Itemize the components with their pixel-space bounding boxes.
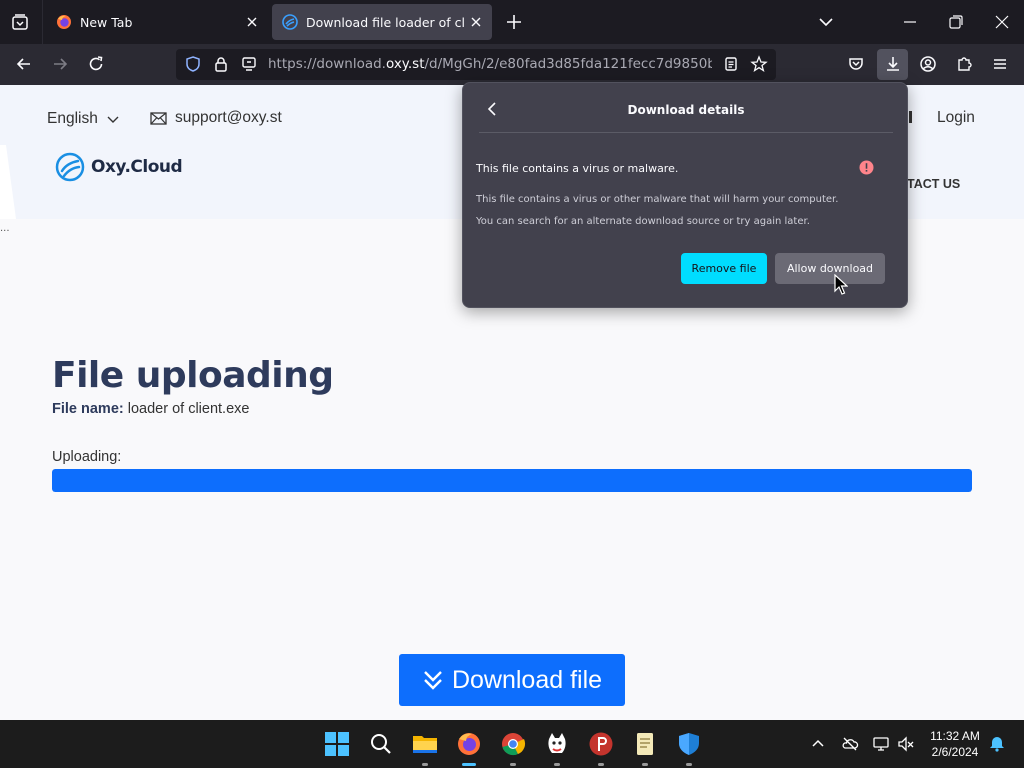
chrome-running-indicator <box>510 763 516 766</box>
firefox-icon <box>57 15 71 29</box>
notepad-icon[interactable] <box>632 731 658 757</box>
new-tab-icon[interactable] <box>504 12 524 32</box>
firefox-active-indicator <box>462 763 476 766</box>
remove-file-button[interactable]: Remove file <box>681 253 767 284</box>
close-window-icon[interactable] <box>992 12 1012 32</box>
file-name-value: loader of client.exe <box>127 401 250 417</box>
pocket-icon[interactable] <box>846 54 866 74</box>
firefox-icon[interactable] <box>456 731 482 757</box>
url-text[interactable]: https://download.oxy.st/d/MgGh/2/e80fad3… <box>268 56 712 72</box>
clock-date: 2/6/2024 <box>931 745 979 759</box>
app-icon[interactable] <box>544 731 570 757</box>
oxy-cloud-logo-icon <box>55 152 85 182</box>
brand-name: Oxy.Cloud <box>91 157 183 177</box>
file-explorer-icon[interactable] <box>412 731 438 757</box>
clock-time: 11:32 AM <box>930 729 980 743</box>
extensions-icon[interactable] <box>954 54 974 74</box>
chrome-icon[interactable] <box>500 731 526 757</box>
header-decoration <box>0 145 16 219</box>
search-icon[interactable] <box>368 731 394 757</box>
reader-view-icon[interactable] <box>722 55 740 73</box>
downloads-button[interactable] <box>877 49 908 80</box>
support-email-link[interactable]: support@oxy.st <box>150 109 282 127</box>
tab-bar: New Tab Download file loader of client.e… <box>0 0 1024 44</box>
windows-taskbar: 11:32 AM 2/6/2024 <box>0 720 1024 768</box>
onedrive-offline-icon[interactable] <box>841 735 859 753</box>
bookmark-star-icon[interactable] <box>750 55 768 73</box>
upload-progress-fill <box>52 469 972 492</box>
malware-description-line2: You can search for an alternate download… <box>476 216 810 227</box>
psiphon-running-indicator <box>598 763 604 766</box>
upload-progress-bar <box>52 469 972 492</box>
file-name-label: File name: <box>52 401 124 417</box>
file-name-row: File name: loader of client.exe <box>52 401 249 417</box>
forward-icon[interactable] <box>50 54 70 74</box>
chevron-down-icon[interactable] <box>816 12 836 32</box>
url-domain: oxy.st <box>385 56 425 72</box>
url-prefix: https://download. <box>268 56 386 72</box>
psiphon-icon[interactable] <box>588 731 614 757</box>
ellipsis-text: ... <box>0 223 10 234</box>
close-tab-icon[interactable] <box>466 12 486 32</box>
panel-title: Download details <box>627 103 745 117</box>
site-logo[interactable]: Oxy.Cloud <box>55 152 183 182</box>
notification-bell-icon[interactable] <box>988 735 1006 753</box>
tab-new-tab[interactable]: New Tab <box>46 4 268 40</box>
minimize-icon[interactable] <box>900 12 920 32</box>
notepad-running-indicator <box>642 763 648 766</box>
tab-title: Download file loader of client.exe <box>306 14 466 30</box>
menu-icon[interactable] <box>990 54 1010 74</box>
error-icon <box>859 160 874 175</box>
chevron-up-icon[interactable] <box>809 735 827 753</box>
malware-warning-title: This file contains a virus or malware. <box>476 162 679 175</box>
volume-muted-icon[interactable] <box>897 735 915 753</box>
language-label: English <box>47 110 98 127</box>
permissions-icon[interactable] <box>240 55 258 73</box>
download-file-label: Download file <box>451 665 603 694</box>
start-icon[interactable] <box>324 731 350 757</box>
uploading-label: Uploading: <box>52 449 122 465</box>
page-title: File uploading <box>52 355 334 396</box>
explorer-running-indicator <box>422 763 428 766</box>
support-email: support@oxy.st <box>175 109 282 126</box>
chevron-down-icon <box>107 116 119 123</box>
download-icon <box>887 57 899 71</box>
tab-title: New Tab <box>80 14 133 30</box>
address-bar[interactable]: https://download.oxy.st/d/MgGh/2/e80fad3… <box>176 49 776 80</box>
close-tab-icon[interactable] <box>242 12 262 32</box>
app-running-indicator <box>554 763 560 766</box>
navigation-toolbar: https://download.oxy.st/d/MgGh/2/e80fad3… <box>0 44 1024 85</box>
oxy-cloud-favicon-icon <box>282 14 298 30</box>
panel-divider <box>479 132 893 133</box>
tab-separator <box>42 0 43 44</box>
double-chevron-down-icon <box>424 671 442 690</box>
login-link[interactable]: Login <box>937 109 975 127</box>
account-icon[interactable] <box>918 54 938 74</box>
defender-running-indicator <box>686 763 692 766</box>
lock-icon[interactable] <box>212 55 230 73</box>
defender-icon[interactable] <box>676 731 702 757</box>
system-clock[interactable]: 11:32 AM 2/6/2024 <box>925 728 985 760</box>
tracking-protection-shield-icon[interactable] <box>184 55 202 73</box>
language-selector[interactable]: English <box>47 110 120 128</box>
allow-download-button[interactable]: Allow download <box>775 253 885 284</box>
download-file-button[interactable]: Download file <box>399 654 625 706</box>
all-tabs-icon[interactable] <box>10 12 30 32</box>
restore-icon[interactable] <box>946 12 966 32</box>
reload-icon[interactable] <box>86 54 106 74</box>
malware-description-line1: This file contains a virus or other malw… <box>476 194 839 205</box>
back-icon[interactable] <box>14 54 34 74</box>
tab-download-file[interactable]: Download file loader of client.exe <box>272 4 492 40</box>
login-separator <box>909 111 912 123</box>
mouse-cursor-icon <box>834 274 848 295</box>
network-icon[interactable] <box>872 735 890 753</box>
mail-icon <box>150 111 167 125</box>
url-path: /d/MgGh/2/e80fad3d85fda121fecc7d9850b462… <box>424 56 713 72</box>
